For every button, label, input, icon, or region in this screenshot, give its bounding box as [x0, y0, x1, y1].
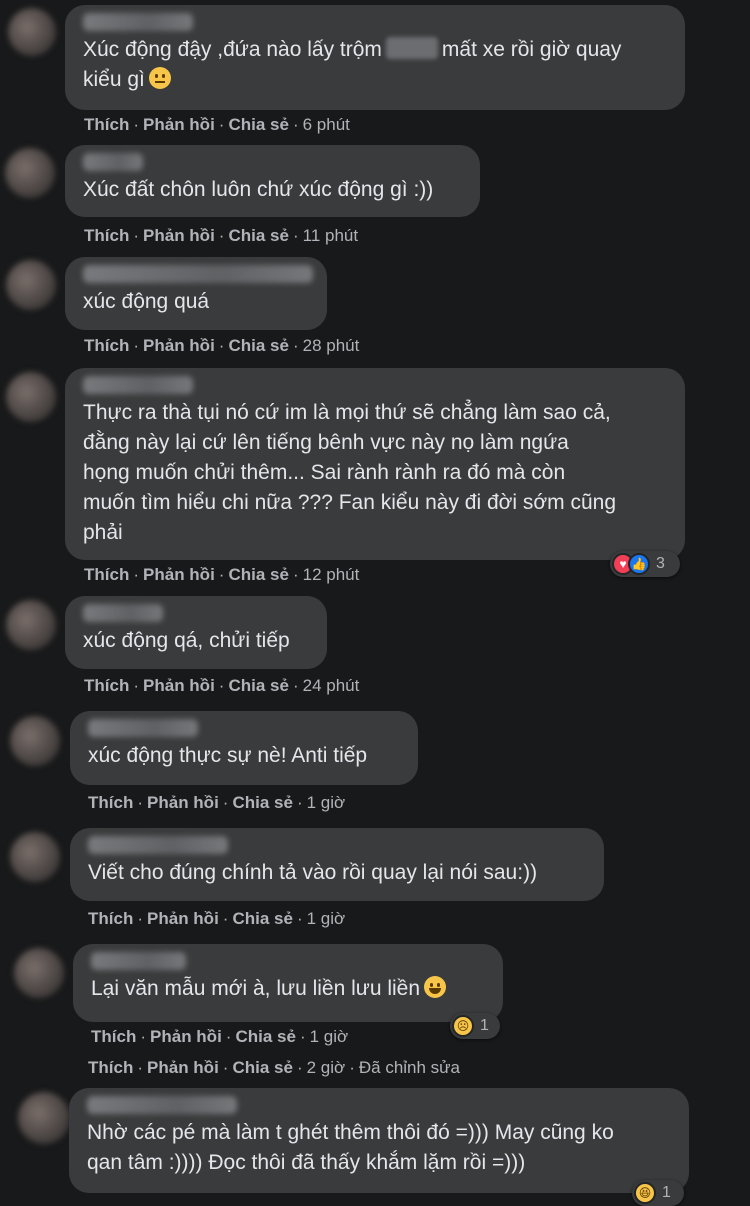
timestamp[interactable]: 1 giờ — [307, 793, 346, 812]
comment-text: xúc động quá — [83, 290, 210, 313]
comment-bubble: Thực ra thà tụi nó cứ im là mọi thứ sẽ c… — [65, 368, 685, 560]
comment-text: Xúc động đậy ,đứa nào lấy trộm mất xe rồi… — [83, 37, 622, 91]
reply-button[interactable]: Phản hồi — [143, 336, 215, 355]
share-button[interactable]: Chia sẻ — [228, 226, 288, 245]
haha-face-icon: 😆 — [634, 1182, 656, 1204]
like-button[interactable]: Thích — [91, 1027, 136, 1046]
comment-actions: Thích · Phản hồi · Chia sẻ · 11 phút — [84, 226, 359, 245]
sad-face-icon: ☹ — [452, 1015, 474, 1037]
commenter-name-redacted[interactable] — [88, 719, 198, 737]
edited-label[interactable]: Đã chỉnh sửa — [359, 1058, 460, 1077]
comment-actions: Thích · Phản hồi · Chia sẻ · 1 giờ — [88, 793, 346, 812]
reaction-count: 1 — [480, 1017, 489, 1034]
like-button[interactable]: Thích — [88, 1058, 133, 1077]
like-button[interactable]: Thích — [84, 226, 129, 245]
avatar[interactable] — [6, 600, 56, 650]
share-button[interactable]: Chia sẻ — [232, 909, 292, 928]
comment-bubble: Viết cho đúng chính tả vào rồi quay lại … — [70, 828, 604, 901]
like-icon: 👍 — [628, 553, 650, 575]
timestamp[interactable]: 28 phút — [303, 336, 360, 355]
comment-text: Viết cho đúng chính tả vào rồi quay lại … — [88, 861, 538, 884]
like-button[interactable]: Thích — [84, 676, 129, 695]
timestamp[interactable]: 1 giờ — [310, 1027, 349, 1046]
avatar[interactable] — [8, 8, 56, 56]
comment-bubble: Lại văn mẫu mới à, lưu liền lưu liền — [73, 944, 503, 1022]
share-button[interactable]: Chia sẻ — [228, 336, 288, 355]
avatar[interactable] — [18, 1092, 70, 1144]
avatar[interactable] — [10, 716, 60, 766]
comment-text: Thực ra thà tụi nó cứ im là mọi thứ sẽ c… — [83, 401, 617, 544]
reaction-count: 3 — [656, 555, 665, 572]
redacted-text — [385, 37, 438, 59]
comment-bubble: Nhờ các pé mà làm t ghét thêm thôi đó =)… — [69, 1088, 689, 1193]
reply-button[interactable]: Phản hồi — [147, 909, 219, 928]
like-button[interactable]: Thích — [88, 793, 133, 812]
comment-bubble: xúc động qá, chửi tiếp — [65, 596, 327, 669]
reply-button[interactable]: Phản hồi — [147, 793, 219, 812]
avatar[interactable] — [5, 148, 55, 198]
like-button[interactable]: Thích — [88, 909, 133, 928]
neutral-face-icon — [148, 67, 171, 89]
like-button[interactable]: Thích — [84, 565, 129, 584]
timestamp[interactable]: 6 phút — [303, 115, 350, 134]
reply-button[interactable]: Phản hồi — [143, 115, 215, 134]
reply-button[interactable]: Phản hồi — [147, 1058, 219, 1077]
timestamp[interactable]: 2 giờ — [307, 1058, 346, 1077]
timestamp[interactable]: 1 giờ — [307, 909, 346, 928]
share-button[interactable]: Chia sẻ — [228, 115, 288, 134]
comment-bubble: xúc động thực sự nè! Anti tiếp — [70, 711, 418, 785]
comment-text: Lại văn mẫu mới à, lưu liền lưu liền — [91, 974, 487, 1004]
comment-bubble: Xúc động đậy ,đứa nào lấy trộm mất xe rồi… — [65, 5, 685, 110]
comment-actions: Thích · Phản hồi · Chia sẻ · 6 phút — [84, 115, 350, 134]
avatar[interactable] — [6, 372, 56, 422]
like-button[interactable]: Thích — [84, 336, 129, 355]
share-button[interactable]: Chia sẻ — [232, 793, 292, 812]
reaction-summary[interactable]: ☹ 1 — [450, 1013, 500, 1039]
reply-button[interactable]: Phản hồi — [143, 676, 215, 695]
comment-bubble: Xúc đất chôn luôn chứ xúc động gì :)) — [65, 145, 480, 217]
reaction-count: 1 — [662, 1184, 671, 1201]
comment-text: Nhờ các pé mà làm t ghét thêm thôi đó =)… — [87, 1121, 614, 1174]
comment-text: xúc động thực sự nè! Anti tiếp — [88, 744, 368, 767]
reply-button[interactable]: Phản hồi — [150, 1027, 222, 1046]
commenter-name-redacted[interactable] — [83, 265, 313, 283]
avatar[interactable] — [14, 948, 64, 998]
commenter-name-redacted[interactable] — [83, 604, 163, 622]
timestamp[interactable]: 24 phút — [303, 676, 360, 695]
comment-actions: Thích · Phản hồi · Chia sẻ · 24 phút — [84, 676, 360, 695]
comment-actions: Thích · Phản hồi · Chia sẻ · 1 giờ — [88, 909, 346, 928]
share-button[interactable]: Chia sẻ — [228, 676, 288, 695]
commenter-name-redacted[interactable] — [87, 1096, 237, 1114]
commenter-name-redacted[interactable] — [83, 13, 193, 31]
comment-text: xúc động qá, chửi tiếp — [83, 629, 290, 652]
reply-button[interactable]: Phản hồi — [143, 565, 215, 584]
commenter-name-redacted[interactable] — [88, 836, 228, 854]
avatar[interactable] — [6, 260, 56, 310]
commenter-name-redacted[interactable] — [83, 376, 193, 394]
grinning-face-icon — [424, 976, 447, 998]
share-button[interactable]: Chia sẻ — [235, 1027, 295, 1046]
comment-bubble: xúc động quá — [65, 257, 327, 330]
reaction-summary[interactable]: ♥ 👍 3 — [610, 551, 680, 577]
reaction-summary[interactable]: 😆 1 — [632, 1180, 684, 1206]
commenter-name-redacted[interactable] — [83, 153, 143, 171]
comment-text: Xúc đất chôn luôn chứ xúc động gì :)) — [83, 178, 434, 201]
comment-actions: Thích · Phản hồi · Chia sẻ · 12 phút — [84, 565, 360, 584]
timestamp[interactable]: 12 phút — [303, 565, 360, 584]
reply-button[interactable]: Phản hồi — [143, 226, 215, 245]
timestamp[interactable]: 11 phút — [303, 226, 358, 245]
share-button[interactable]: Chia sẻ — [232, 1058, 292, 1077]
comment-actions: Thích · Phản hồi · Chia sẻ · 1 giờ — [91, 1027, 349, 1046]
comment-actions: Thích · Phản hồi · Chia sẻ · 28 phút — [84, 336, 360, 355]
like-button[interactable]: Thích — [84, 115, 129, 134]
comment-actions-edited: Thích · Phản hồi · Chia sẻ · 2 giờ · Đã chỉnh sử… — [88, 1058, 461, 1077]
share-button[interactable]: Chia sẻ — [228, 565, 288, 584]
avatar[interactable] — [10, 832, 60, 882]
commenter-name-redacted[interactable] — [91, 952, 186, 970]
